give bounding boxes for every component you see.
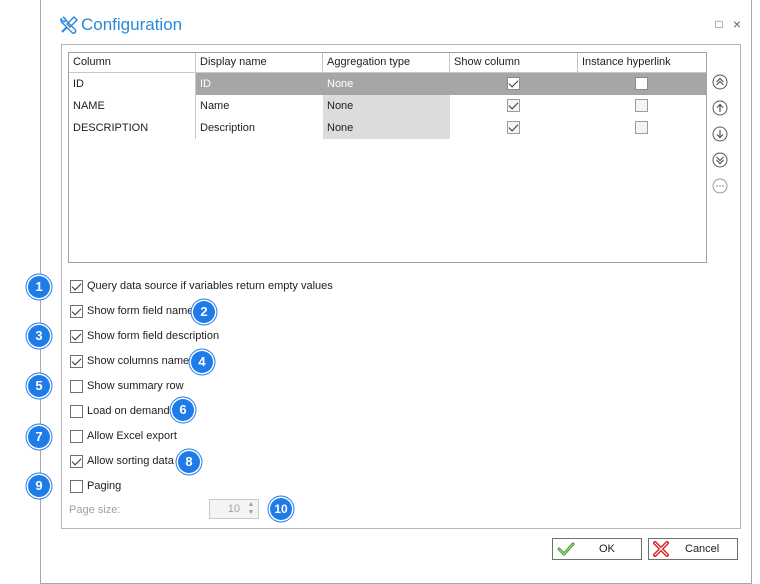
cell-display-name[interactable]: Name	[196, 95, 323, 117]
callout-badge: 7	[28, 426, 50, 448]
show-form-field-description-checkbox[interactable]	[70, 330, 83, 343]
dialog-title: Configuration	[81, 15, 183, 34]
stepper-arrows[interactable]: ▲ ▼	[246, 501, 256, 517]
page-size-label: Page size:	[69, 504, 121, 516]
callout-badge: 3	[28, 325, 50, 347]
instance-hyperlink-checkbox[interactable]	[635, 99, 648, 112]
cell-instance-hyperlink[interactable]	[578, 95, 707, 117]
cancel-label: Cancel	[685, 543, 720, 555]
header-display-name[interactable]: Display name	[196, 53, 323, 73]
stepper-up-icon[interactable]: ▲	[246, 501, 256, 509]
move-to-top-icon[interactable]	[712, 74, 728, 90]
move-up-icon[interactable]	[712, 100, 728, 116]
option-label: Show form field name	[87, 305, 194, 317]
allow-excel-export-checkbox[interactable]	[70, 430, 83, 443]
cell-show-column[interactable]	[450, 73, 578, 95]
move-to-bottom-icon[interactable]	[712, 152, 728, 168]
show-columns-names-checkbox[interactable]	[70, 355, 83, 368]
cell-aggregation-type[interactable]: None	[323, 117, 450, 139]
cell-show-column[interactable]	[450, 117, 578, 139]
show-form-field-name-checkbox[interactable]	[70, 305, 83, 318]
cancel-button[interactable]: Cancel	[648, 538, 738, 560]
cell-column[interactable]: ID	[69, 73, 196, 95]
cell-display-name[interactable]: Description	[196, 117, 323, 139]
x-icon	[653, 541, 669, 557]
instance-hyperlink-checkbox[interactable]	[635, 77, 648, 90]
query-data-source-checkbox[interactable]	[70, 280, 83, 293]
tools-icon	[60, 16, 78, 34]
grid-header: Column Display name Aggregation type Sho…	[69, 53, 706, 73]
option-label: Show summary row	[87, 380, 184, 392]
more-icon[interactable]	[712, 178, 728, 194]
header-aggregation-type[interactable]: Aggregation type	[323, 53, 450, 73]
option-label: Show columns names	[87, 355, 195, 367]
callout-badge: 5	[28, 375, 50, 397]
page-size-value[interactable]: 10	[228, 503, 240, 515]
cell-column[interactable]: NAME	[69, 95, 196, 117]
show-column-checkbox[interactable]	[507, 121, 520, 134]
table-row[interactable]: ID ID None	[69, 73, 707, 95]
callout-badge: 2	[193, 301, 215, 323]
callout-badge: 9	[28, 475, 50, 497]
paging-checkbox[interactable]	[70, 480, 83, 493]
move-down-icon[interactable]	[712, 126, 728, 142]
stepper-down-icon[interactable]: ▼	[246, 509, 256, 517]
header-instance-hyperlink[interactable]: Instance hyperlink	[578, 53, 707, 73]
ok-button[interactable]: OK	[552, 538, 642, 560]
cell-display-name[interactable]: ID	[196, 73, 323, 95]
table-row[interactable]: DESCRIPTION Description None	[69, 117, 707, 139]
show-column-checkbox[interactable]	[507, 99, 520, 112]
option-label: Allow sorting data	[87, 455, 174, 467]
cell-show-column[interactable]	[450, 95, 578, 117]
header-show-column[interactable]: Show column	[450, 53, 578, 73]
option-label: Query data source if variables return em…	[87, 280, 333, 292]
callout-badge: 1	[28, 276, 50, 298]
callout-badge: 6	[172, 399, 194, 421]
option-label: Paging	[87, 480, 122, 492]
option-label: Load on demand	[87, 405, 170, 417]
option-label: Show form field description	[87, 330, 220, 342]
cell-instance-hyperlink[interactable]	[578, 117, 707, 139]
option-label: Allow Excel export	[87, 430, 177, 442]
cell-instance-hyperlink[interactable]	[578, 73, 707, 95]
ok-label: OK	[599, 543, 615, 555]
checkmark-icon	[557, 542, 575, 556]
page-size-stepper[interactable]: 10 ▲ ▼	[209, 499, 259, 519]
callout-badge: 10	[270, 498, 292, 520]
cell-aggregation-type[interactable]: None	[323, 95, 450, 117]
maximize-button[interactable]: □	[713, 18, 725, 30]
allow-sorting-data-checkbox[interactable]	[70, 455, 83, 468]
instance-hyperlink-checkbox[interactable]	[635, 121, 648, 134]
show-summary-row-checkbox[interactable]	[70, 380, 83, 393]
close-button[interactable]: ×	[731, 17, 743, 31]
callout-badge: 4	[191, 351, 213, 373]
show-column-checkbox[interactable]	[507, 77, 520, 90]
columns-grid[interactable]: Column Display name Aggregation type Sho…	[68, 52, 707, 263]
configuration-dialog: Configuration □ × Column Display name Ag…	[40, 0, 752, 584]
callout-badge: 8	[178, 451, 200, 473]
table-row[interactable]: NAME Name None	[69, 95, 707, 117]
cell-column[interactable]: DESCRIPTION	[69, 117, 196, 139]
load-on-demand-checkbox[interactable]	[70, 405, 83, 418]
title-bar: Configuration □ ×	[41, 0, 751, 48]
header-column[interactable]: Column	[69, 53, 196, 73]
cell-aggregation-type[interactable]: None	[323, 73, 450, 95]
